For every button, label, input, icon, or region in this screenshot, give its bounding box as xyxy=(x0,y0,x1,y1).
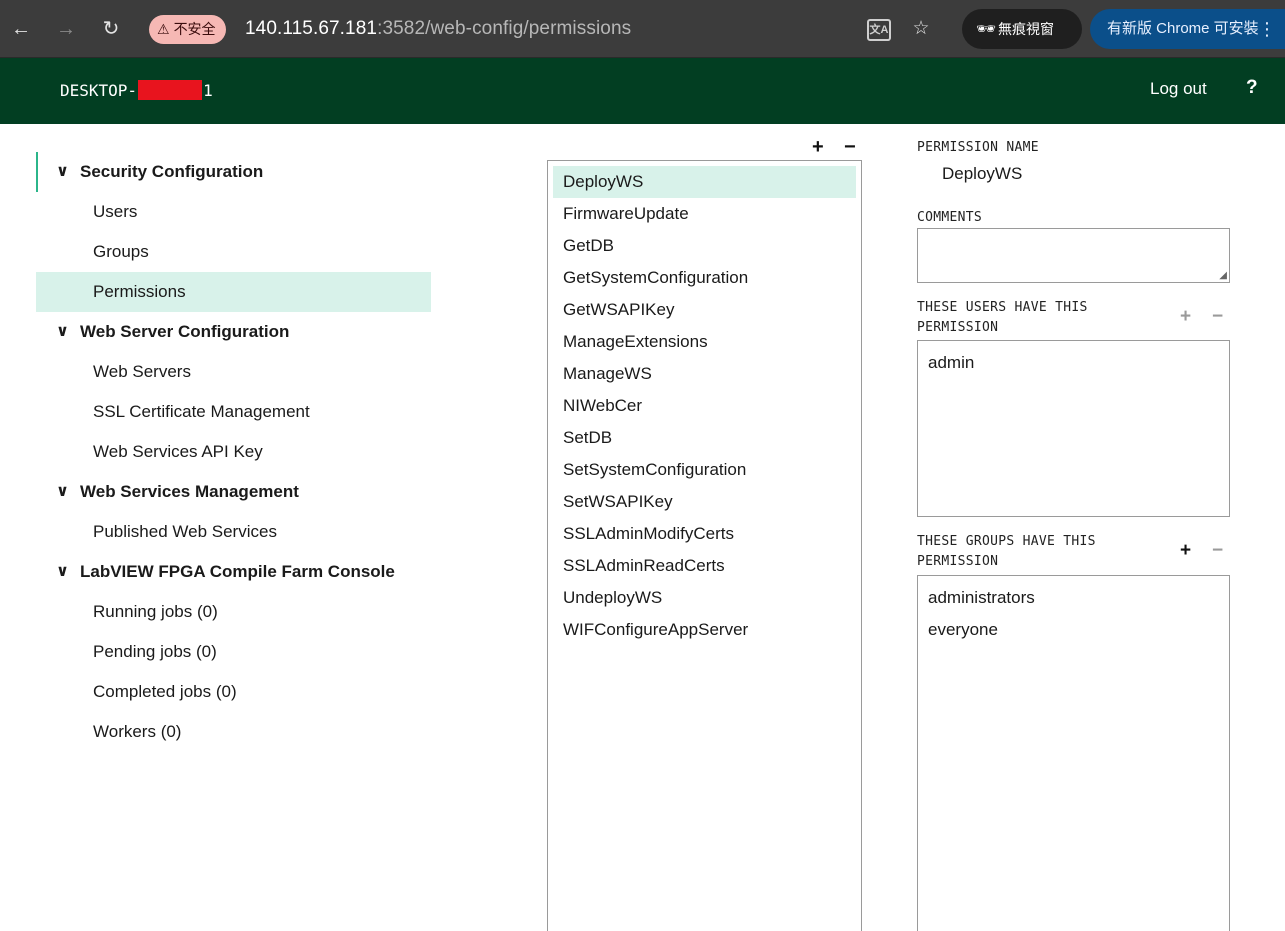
list-item[interactable]: WIFConfigureAppServer xyxy=(553,614,856,646)
list-item[interactable]: NIWebCer xyxy=(553,390,856,422)
users-list[interactable]: admin xyxy=(917,340,1230,517)
users-label-line1: THESE USERS HAVE THIS xyxy=(917,300,1088,315)
sidebar-item-published-services[interactable]: Published Web Services xyxy=(36,512,431,552)
url-path: :3582/web-config/permissions xyxy=(377,18,632,39)
tree-section-web-services[interactable]: ∨ Web Services Management xyxy=(36,472,431,512)
list-item[interactable]: ManageExtensions xyxy=(553,326,856,358)
list-item[interactable]: FirmwareUpdate xyxy=(553,198,856,230)
reload-icon[interactable]: ↻ xyxy=(96,14,126,44)
chevron-down-icon[interactable]: ∨ xyxy=(56,552,69,592)
tree-section-security[interactable]: ∨ Security Configuration xyxy=(36,152,431,192)
security-warning-chip[interactable]: ⚠ 不安全 xyxy=(149,15,226,44)
incognito-badge[interactable]: 🕶 無痕視窗 xyxy=(962,9,1082,49)
warning-triangle-icon: ⚠ xyxy=(157,21,170,37)
security-label: 不安全 xyxy=(173,21,216,37)
groups-label-line1: THESE GROUPS HAVE THIS xyxy=(917,534,1096,549)
users-label-line2: PERMISSION xyxy=(917,320,999,335)
sidebar-item-completed-jobs[interactable]: Completed jobs (0) xyxy=(36,672,431,712)
remove-group-button[interactable]: − xyxy=(1212,540,1244,562)
resize-handle-icon[interactable]: ◢ xyxy=(1219,270,1227,281)
redaction-block xyxy=(138,80,203,100)
list-item[interactable]: SSLAdminModifyCerts xyxy=(553,518,856,550)
tree-section-compile-farm[interactable]: ∨ LabVIEW FPGA Compile Farm Console xyxy=(36,552,431,592)
translate-icon[interactable]: 文A xyxy=(867,19,891,41)
help-icon[interactable]: ? xyxy=(1246,77,1258,99)
sidebar-item-ssl-certificates[interactable]: SSL Certificate Management xyxy=(36,392,431,432)
back-arrow-icon[interactable]: ← xyxy=(6,14,36,44)
list-item[interactable]: SetWSAPIKey xyxy=(553,486,856,518)
app-header: DESKTOP- 1 Log out ? xyxy=(0,58,1285,124)
host-prefix: DESKTOP- xyxy=(60,81,138,100)
logout-link[interactable]: Log out xyxy=(1150,79,1207,99)
list-item[interactable]: GetDB xyxy=(553,230,856,262)
sidebar-item-groups[interactable]: Groups xyxy=(36,232,431,272)
sidebar-item-pending-jobs[interactable]: Pending jobs (0) xyxy=(36,632,431,672)
browser-toolbar: ← → ↻ ⚠ 不安全 140.115.67.181:3582/web-confi… xyxy=(0,0,1285,58)
list-item[interactable]: administrators xyxy=(918,582,1229,614)
list-item[interactable]: everyone xyxy=(918,614,1229,646)
permission-name-value: DeployWS xyxy=(942,164,1023,183)
section-label: Security Configuration xyxy=(80,162,264,181)
update-label: 有新版 Chrome 可安裝 xyxy=(1107,20,1259,37)
list-item[interactable]: admin xyxy=(918,347,1229,379)
comments-label: COMMENTS xyxy=(917,210,983,225)
address-bar[interactable]: 140.115.67.181:3582/web-config/permissio… xyxy=(245,18,631,40)
users-label: THESE USERS HAVE THIS PERMISSION xyxy=(917,298,1088,338)
add-permission-button[interactable]: + xyxy=(812,136,844,159)
sidebar-item-api-key[interactable]: Web Services API Key xyxy=(36,432,431,472)
url-host: 140.115.67.181 xyxy=(245,18,378,39)
incognito-icon: 🕶 xyxy=(976,21,997,38)
list-item[interactable]: SetDB xyxy=(553,422,856,454)
remove-user-button[interactable]: − xyxy=(1212,306,1244,328)
forward-arrow-icon[interactable]: → xyxy=(51,14,81,44)
sidebar-tree: ∨ Security Configuration Users Groups Pe… xyxy=(36,152,431,752)
sidebar-item-web-servers[interactable]: Web Servers xyxy=(36,352,431,392)
comments-textarea[interactable]: ◢ xyxy=(917,228,1230,283)
list-item[interactable]: GetWSAPIKey xyxy=(553,294,856,326)
groups-label-line2: PERMISSION xyxy=(917,554,999,569)
groups-label: THESE GROUPS HAVE THIS PERMISSION xyxy=(917,532,1096,572)
incognito-label: 無痕視窗 xyxy=(998,21,1054,37)
host-suffix: 1 xyxy=(203,81,213,100)
permission-list-toolbar: + − xyxy=(812,136,876,159)
list-item[interactable]: UndeployWS xyxy=(553,582,856,614)
list-item[interactable]: SetSystemConfiguration xyxy=(553,454,856,486)
permission-name-label: PERMISSION NAME xyxy=(917,140,1039,155)
add-group-button[interactable]: + xyxy=(1180,540,1212,562)
chrome-update-button[interactable]: 有新版 Chrome 可安裝 ⋮ xyxy=(1090,9,1285,49)
list-item[interactable]: ManageWS xyxy=(553,358,856,390)
list-item[interactable]: DeployWS xyxy=(553,166,856,198)
section-label: Web Services Management xyxy=(80,482,299,501)
list-item[interactable]: SSLAdminReadCerts xyxy=(553,550,856,582)
sidebar-item-users[interactable]: Users xyxy=(36,192,431,232)
add-user-button[interactable]: + xyxy=(1180,306,1212,328)
sidebar-item-running-jobs[interactable]: Running jobs (0) xyxy=(36,592,431,632)
sidebar-item-permissions[interactable]: Permissions xyxy=(36,272,431,312)
tree-section-web-server[interactable]: ∨ Web Server Configuration xyxy=(36,312,431,352)
users-toolbar: + − xyxy=(1180,306,1244,328)
groups-toolbar: + − xyxy=(1180,540,1244,562)
host-name: DESKTOP- 1 xyxy=(60,80,213,100)
groups-list[interactable]: administrators everyone xyxy=(917,575,1230,931)
menu-dots-icon[interactable]: ⋮ xyxy=(1258,9,1276,49)
list-item[interactable]: GetSystemConfiguration xyxy=(553,262,856,294)
chevron-down-icon[interactable]: ∨ xyxy=(56,472,69,512)
sidebar-item-workers[interactable]: Workers (0) xyxy=(36,712,431,752)
section-label: Web Server Configuration xyxy=(80,322,290,341)
remove-permission-button[interactable]: − xyxy=(844,136,876,159)
bookmark-star-icon[interactable]: ☆ xyxy=(908,16,934,42)
chevron-down-icon[interactable]: ∨ xyxy=(56,312,69,352)
section-label: LabVIEW FPGA Compile Farm Console xyxy=(80,562,395,581)
permission-list[interactable]: DeployWS FirmwareUpdate GetDB GetSystemC… xyxy=(547,160,862,931)
chevron-down-icon[interactable]: ∨ xyxy=(56,152,69,192)
